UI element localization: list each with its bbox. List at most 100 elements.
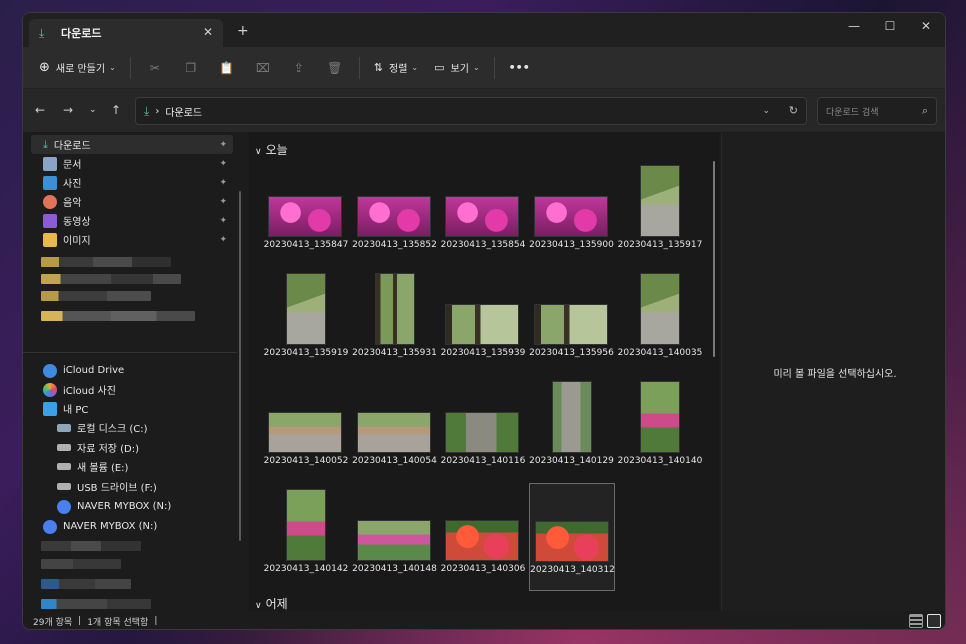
file-thumbnail[interactable]: 20230413_140148 bbox=[352, 483, 438, 591]
file-name-label: 20230413_140116 bbox=[440, 456, 526, 466]
sidebar-item-drive-d[interactable]: 자료 저장 (D:) bbox=[31, 438, 233, 457]
file-name-label: 20230413_140148 bbox=[352, 564, 437, 574]
sidebar-item-documents[interactable]: 문서 ✦ bbox=[31, 154, 233, 173]
file-thumbnail[interactable]: 20230413_140116 bbox=[440, 375, 526, 483]
more-options-button[interactable]: ••• bbox=[501, 54, 538, 82]
file-thumbnail[interactable]: 20230413_140142 bbox=[263, 483, 349, 591]
file-name-label: 20230413_140035 bbox=[617, 348, 703, 358]
search-input[interactable]: 다운로드 검색 ⌕ bbox=[817, 97, 937, 125]
file-thumbnail[interactable]: 20230413_135917 bbox=[617, 159, 703, 267]
breadcrumb-downloads[interactable]: 다운로드 bbox=[165, 104, 202, 119]
copy-icon[interactable]: ❐ bbox=[177, 54, 205, 82]
sidebar-item-music[interactable]: 음악 ✦ bbox=[31, 192, 233, 211]
forward-arrow-icon[interactable]: → bbox=[63, 103, 73, 117]
folder-icon bbox=[43, 232, 57, 247]
file-name-label: 20230413_140129 bbox=[529, 456, 614, 466]
sidebar-item-this-pc[interactable]: 내 PC bbox=[31, 399, 233, 418]
file-name-label: 20230413_140306 bbox=[440, 564, 526, 574]
file-thumbnail[interactable]: 20230413_140052 bbox=[263, 375, 349, 483]
download-icon: ⤓ bbox=[43, 137, 48, 151]
group-header-today[interactable]: ∨ 오늘 bbox=[255, 141, 288, 158]
sidebar-item-drive-f[interactable]: USB 드라이브 (F:) bbox=[31, 477, 233, 496]
photo-preview-image bbox=[445, 520, 519, 561]
plus-circle-icon: ⊕ bbox=[39, 60, 50, 75]
maximize-button[interactable]: ☐ bbox=[875, 19, 905, 33]
photo-preview-image bbox=[640, 165, 680, 237]
close-window-button[interactable]: ✕ bbox=[911, 19, 941, 33]
file-thumbnail[interactable]: 20230413_140054 bbox=[352, 375, 438, 483]
sidebar-item-drive-e[interactable]: 새 볼륨 (E:) bbox=[31, 457, 233, 476]
file-thumbnail[interactable]: 20230413_140140 bbox=[617, 375, 703, 483]
file-thumbnail[interactable]: 20230413_135919 bbox=[263, 267, 349, 375]
sidebar-item-icloud-drive[interactable]: iCloud Drive bbox=[31, 361, 233, 380]
pin-icon: ✦ bbox=[219, 158, 227, 169]
sort-button-label: 정렬 bbox=[389, 64, 408, 75]
large-icons-view-icon[interactable] bbox=[927, 614, 941, 628]
address-bar[interactable]: ⤓ › 다운로드 ⌄ ↻ bbox=[135, 97, 807, 125]
cut-icon[interactable]: ✂ bbox=[141, 54, 169, 82]
file-name-label: 20230413_140052 bbox=[263, 456, 349, 466]
new-button[interactable]: ⊕ 새로 만들기 ⌄ bbox=[31, 54, 124, 82]
file-thumbnail[interactable]: 20230413_140035 bbox=[617, 267, 703, 375]
sidebar-item-label: 내 PC bbox=[63, 405, 89, 416]
details-view-icon[interactable] bbox=[909, 614, 923, 628]
file-thumbnail[interactable]: 20230413_135900 bbox=[529, 159, 615, 267]
file-thumbnail[interactable]: 20230413_140312 bbox=[528, 483, 615, 591]
sidebar-item-downloads[interactable]: ⤓ 다운로드 ✦ bbox=[31, 135, 233, 154]
video-icon bbox=[43, 213, 57, 228]
file-thumbnail[interactable]: 20230413_135939 bbox=[440, 267, 526, 375]
redacted-item bbox=[41, 541, 141, 551]
sidebar-item-pictures[interactable]: 사진 ✦ bbox=[31, 173, 233, 192]
up-arrow-icon[interactable]: ↑ bbox=[111, 103, 121, 117]
file-name-label: 20230413_135956 bbox=[529, 348, 614, 358]
search-placeholder: 다운로드 검색 bbox=[826, 107, 879, 118]
photo-preview-image bbox=[374, 273, 415, 345]
sidebar-item-label: 로컬 디스크 (C:) bbox=[77, 424, 148, 435]
redacted-folder bbox=[41, 257, 171, 267]
navigation-pane: ⤓ 다운로드 ✦ 문서 ✦ 사진 ✦ 음악 ✦ 동영상 ✦ 이미지 ✦ iClo… bbox=[23, 133, 237, 611]
title-bar: ⤓ 다운로드 ✕ + — ☐ ✕ bbox=[23, 13, 945, 47]
sidebar-item-videos[interactable]: 동영상 ✦ bbox=[31, 211, 233, 230]
view-button[interactable]: ▭ 보기 ⌄ bbox=[426, 54, 488, 82]
sidebar-scrollbar[interactable] bbox=[239, 191, 241, 541]
photo-preview-image bbox=[445, 304, 519, 345]
share-icon[interactable]: ⇪ bbox=[285, 54, 313, 82]
group-header-yesterday[interactable]: ∨ 어제 bbox=[255, 595, 288, 611]
close-tab-icon[interactable]: ✕ bbox=[203, 25, 213, 39]
new-tab-button[interactable]: + bbox=[237, 23, 249, 39]
file-name-label: 20230413_135919 bbox=[263, 348, 349, 358]
sidebar-item-naver-mybox-drive[interactable]: NAVER MYBOX (N:) bbox=[31, 497, 233, 516]
file-thumbnail[interactable]: 20230413_135852 bbox=[352, 159, 438, 267]
tab-label: 다운로드 bbox=[61, 27, 102, 40]
delete-icon[interactable]: 🗑 bbox=[321, 54, 349, 82]
rename-icon[interactable]: ⌧ bbox=[249, 54, 277, 82]
sidebar-item-naver-mybox[interactable]: NAVER MYBOX (N:) bbox=[31, 517, 233, 536]
drive-icon bbox=[57, 463, 71, 470]
minimize-button[interactable]: — bbox=[839, 19, 869, 33]
file-thumbnail[interactable]: 20230413_135847 bbox=[263, 159, 349, 267]
photo-preview-image bbox=[286, 489, 326, 561]
refresh-icon[interactable]: ↻ bbox=[789, 104, 798, 117]
address-history-icon[interactable]: ⌄ bbox=[762, 106, 770, 116]
sidebar-item-images[interactable]: 이미지 ✦ bbox=[31, 230, 233, 249]
back-arrow-icon[interactable]: ← bbox=[35, 103, 45, 117]
content-scrollbar[interactable] bbox=[713, 161, 715, 357]
file-thumbnail[interactable]: 20230413_140129 bbox=[529, 375, 615, 483]
file-thumbnail[interactable]: 20230413_140306 bbox=[440, 483, 526, 591]
paste-icon[interactable]: 📋 bbox=[213, 54, 241, 82]
file-explorer-window: ⤓ 다운로드 ✕ + — ☐ ✕ ⊕ 새로 만들기 ⌄ ✂ ❐ 📋 ⌧ ⇪ 🗑 … bbox=[22, 12, 946, 630]
file-name-label: 20230413_140142 bbox=[263, 564, 349, 574]
file-thumbnail[interactable]: 20230413_135854 bbox=[440, 159, 526, 267]
recent-locations-icon[interactable]: ⌄ bbox=[89, 105, 97, 115]
file-list: ∨ 오늘 20230413_135847 20230413_135852 202304… bbox=[249, 133, 719, 611]
pin-icon: ✦ bbox=[219, 177, 227, 188]
tab-downloads[interactable]: ⤓ 다운로드 ✕ bbox=[29, 19, 223, 47]
pin-icon: ✦ bbox=[219, 215, 227, 226]
sidebar-item-icloud-photos[interactable]: iCloud 사진 bbox=[31, 380, 233, 399]
sort-button[interactable]: ⇅ 정렬 ⌄ bbox=[366, 54, 426, 82]
file-thumbnail[interactable]: 20230413_135931 bbox=[352, 267, 438, 375]
sidebar-item-drive-c[interactable]: 로컬 디스크 (C:) bbox=[31, 418, 233, 437]
sidebar-item-label: NAVER MYBOX (N:) bbox=[77, 501, 172, 512]
file-thumbnail[interactable]: 20230413_135956 bbox=[529, 267, 615, 375]
photo-preview-image bbox=[268, 412, 342, 453]
